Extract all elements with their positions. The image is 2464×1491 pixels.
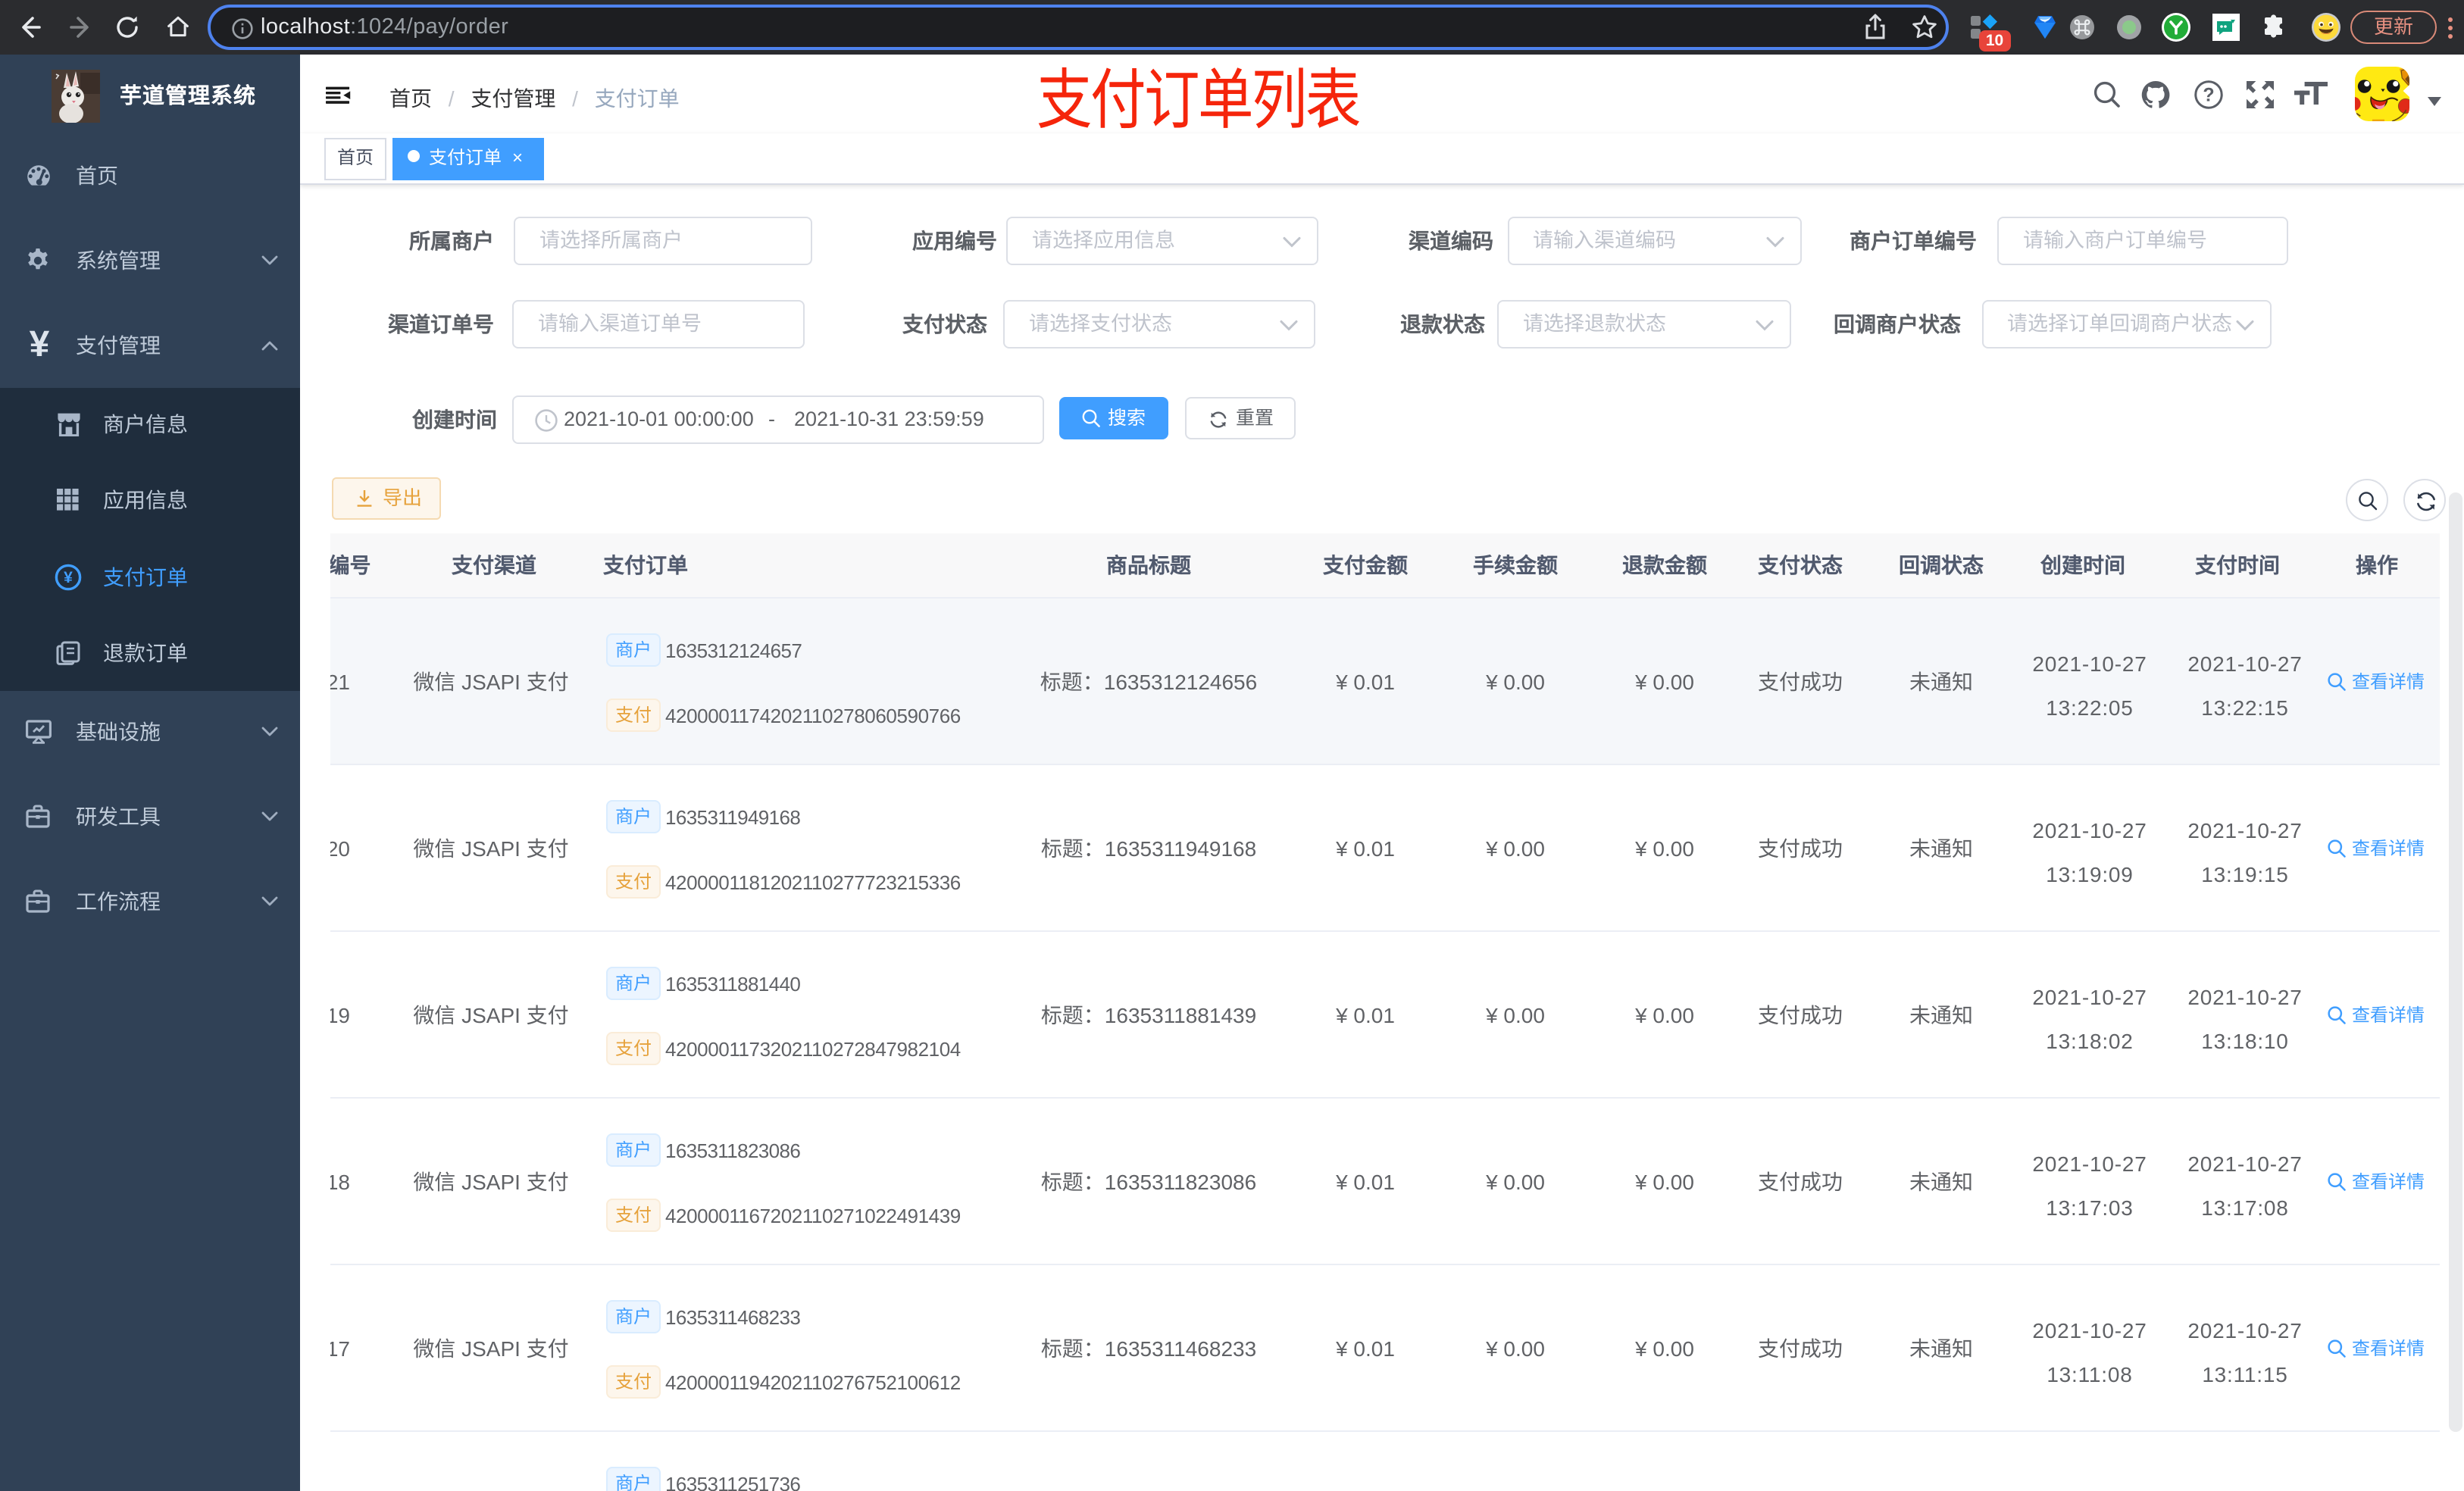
svg-text:?: ? bbox=[2203, 85, 2214, 106]
svg-text:¥: ¥ bbox=[64, 569, 73, 586]
